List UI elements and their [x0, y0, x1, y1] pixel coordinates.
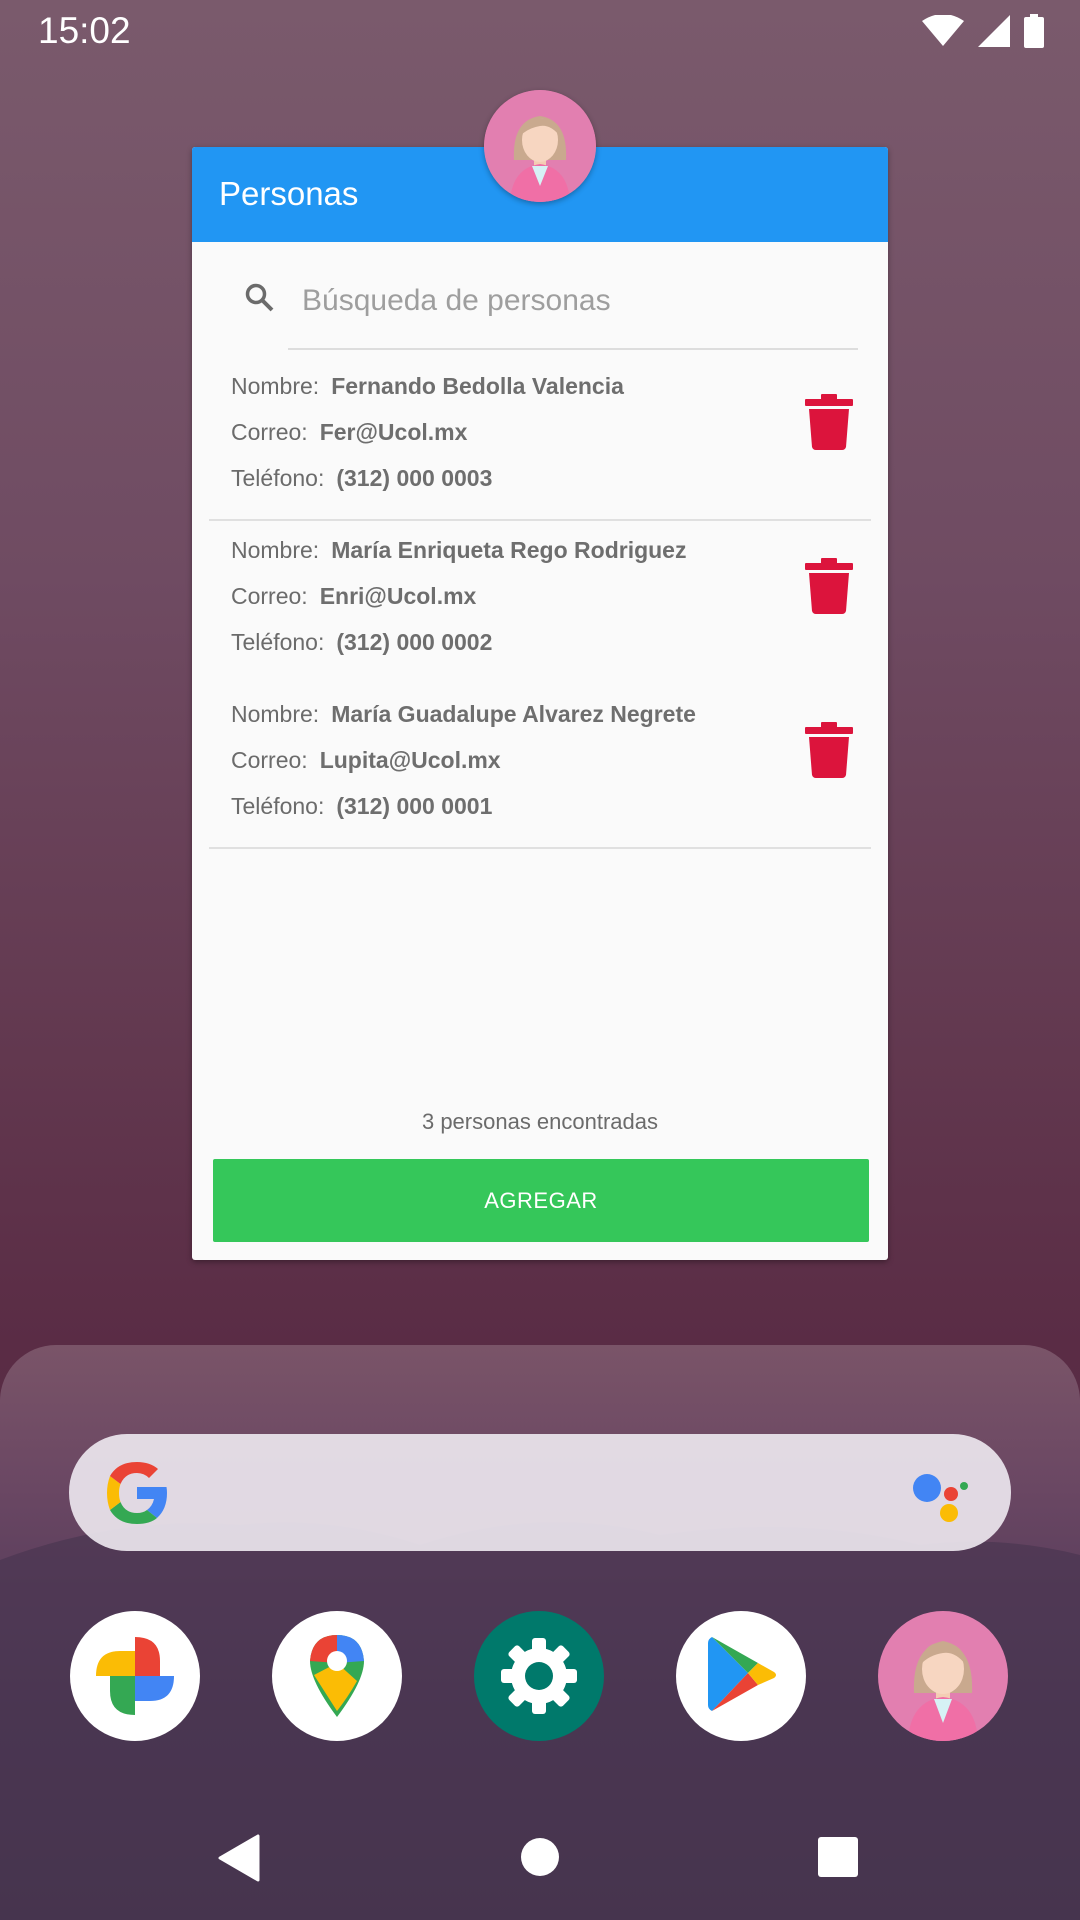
google-assistant-icon[interactable] [911, 1472, 969, 1524]
search-input[interactable]: Búsqueda de personas [302, 284, 611, 318]
search-icon [245, 283, 274, 312]
google-g-icon [107, 1462, 167, 1524]
name-label: Nombre: [231, 537, 320, 563]
battery-icon [1024, 14, 1044, 48]
person-phone: (312) 000 0003 [336, 465, 493, 491]
widget-title: Personas [219, 175, 359, 212]
person-name-row: Nombre: María Enriqueta Rego Rodriguez [231, 537, 686, 564]
email-label: Correo: [231, 747, 308, 773]
name-label: Nombre: [231, 373, 320, 399]
home-icon[interactable] [519, 1836, 561, 1878]
phone-label: Teléfono: [231, 793, 325, 819]
back-icon[interactable] [218, 1834, 260, 1882]
person-email-row: Correo: Fer@Ucol.mx [231, 419, 467, 446]
google-search-bar[interactable] [69, 1434, 1011, 1551]
person-email-row: Correo: Enri@Ucol.mx [231, 583, 476, 610]
person-phone-row: Teléfono: (312) 000 0001 [231, 793, 492, 820]
google-maps-icon[interactable] [272, 1611, 402, 1741]
recents-icon[interactable] [818, 1837, 858, 1877]
cell-signal-icon [978, 15, 1010, 47]
google-photos-icon[interactable] [70, 1611, 200, 1741]
name-label: Nombre: [231, 701, 320, 727]
person-email-row: Correo: Lupita@Ucol.mx [231, 747, 501, 774]
person-email: Fer@Ucol.mx [319, 419, 468, 445]
search-field[interactable]: Búsqueda de personas [245, 242, 858, 350]
person-list-item[interactable]: Nombre: María Enriqueta Rego Rodriguez Co… [209, 521, 871, 685]
play-store-icon[interactable] [676, 1611, 806, 1741]
person-phone-row: Teléfono: (312) 000 0002 [231, 629, 492, 656]
personas-widget: Personas Búsqueda de personas Nombre: Fer… [192, 90, 888, 1260]
status-icons [922, 14, 1044, 48]
personas-app-icon[interactable] [878, 1611, 1008, 1741]
person-email: Lupita@Ucol.mx [319, 747, 501, 773]
person-name: Fernando Bedolla Valencia [331, 373, 624, 399]
delete-icon[interactable] [805, 722, 853, 778]
status-bar: 15:02 [0, 0, 1080, 64]
email-label: Correo: [231, 583, 308, 609]
email-label: Correo: [231, 419, 308, 445]
phone-label: Teléfono: [231, 465, 325, 491]
person-name: María Guadalupe Alvarez Negrete [331, 701, 696, 727]
settings-icon[interactable] [474, 1611, 604, 1741]
person-name-row: Nombre: María Guadalupe Alvarez Negrete [231, 701, 696, 728]
avatar-icon[interactable] [484, 90, 596, 202]
person-email: Enri@Ucol.mx [319, 583, 477, 609]
wifi-icon [922, 15, 964, 46]
status-time: 15:02 [38, 10, 131, 51]
delete-icon[interactable] [805, 394, 853, 450]
person-name: María Enriqueta Rego Rodriguez [331, 537, 687, 563]
person-list-item[interactable]: Nombre: María Guadalupe Alvarez Negrete C… [209, 685, 871, 849]
person-phone: (312) 000 0002 [336, 629, 493, 655]
phone-label: Teléfono: [231, 629, 325, 655]
delete-icon[interactable] [805, 558, 853, 614]
results-count: 3 personas encontradas [421, 1109, 659, 1134]
person-list-item[interactable]: Nombre: Fernando Bedolla Valencia Correo:… [209, 357, 871, 521]
add-button[interactable]: AGREGAR [213, 1159, 869, 1242]
person-phone-row: Teléfono: (312) 000 0003 [231, 465, 492, 492]
person-phone: (312) 000 0001 [336, 793, 493, 819]
person-name-row: Nombre: Fernando Bedolla Valencia [231, 373, 624, 400]
navigation-bar [0, 1800, 1080, 1920]
